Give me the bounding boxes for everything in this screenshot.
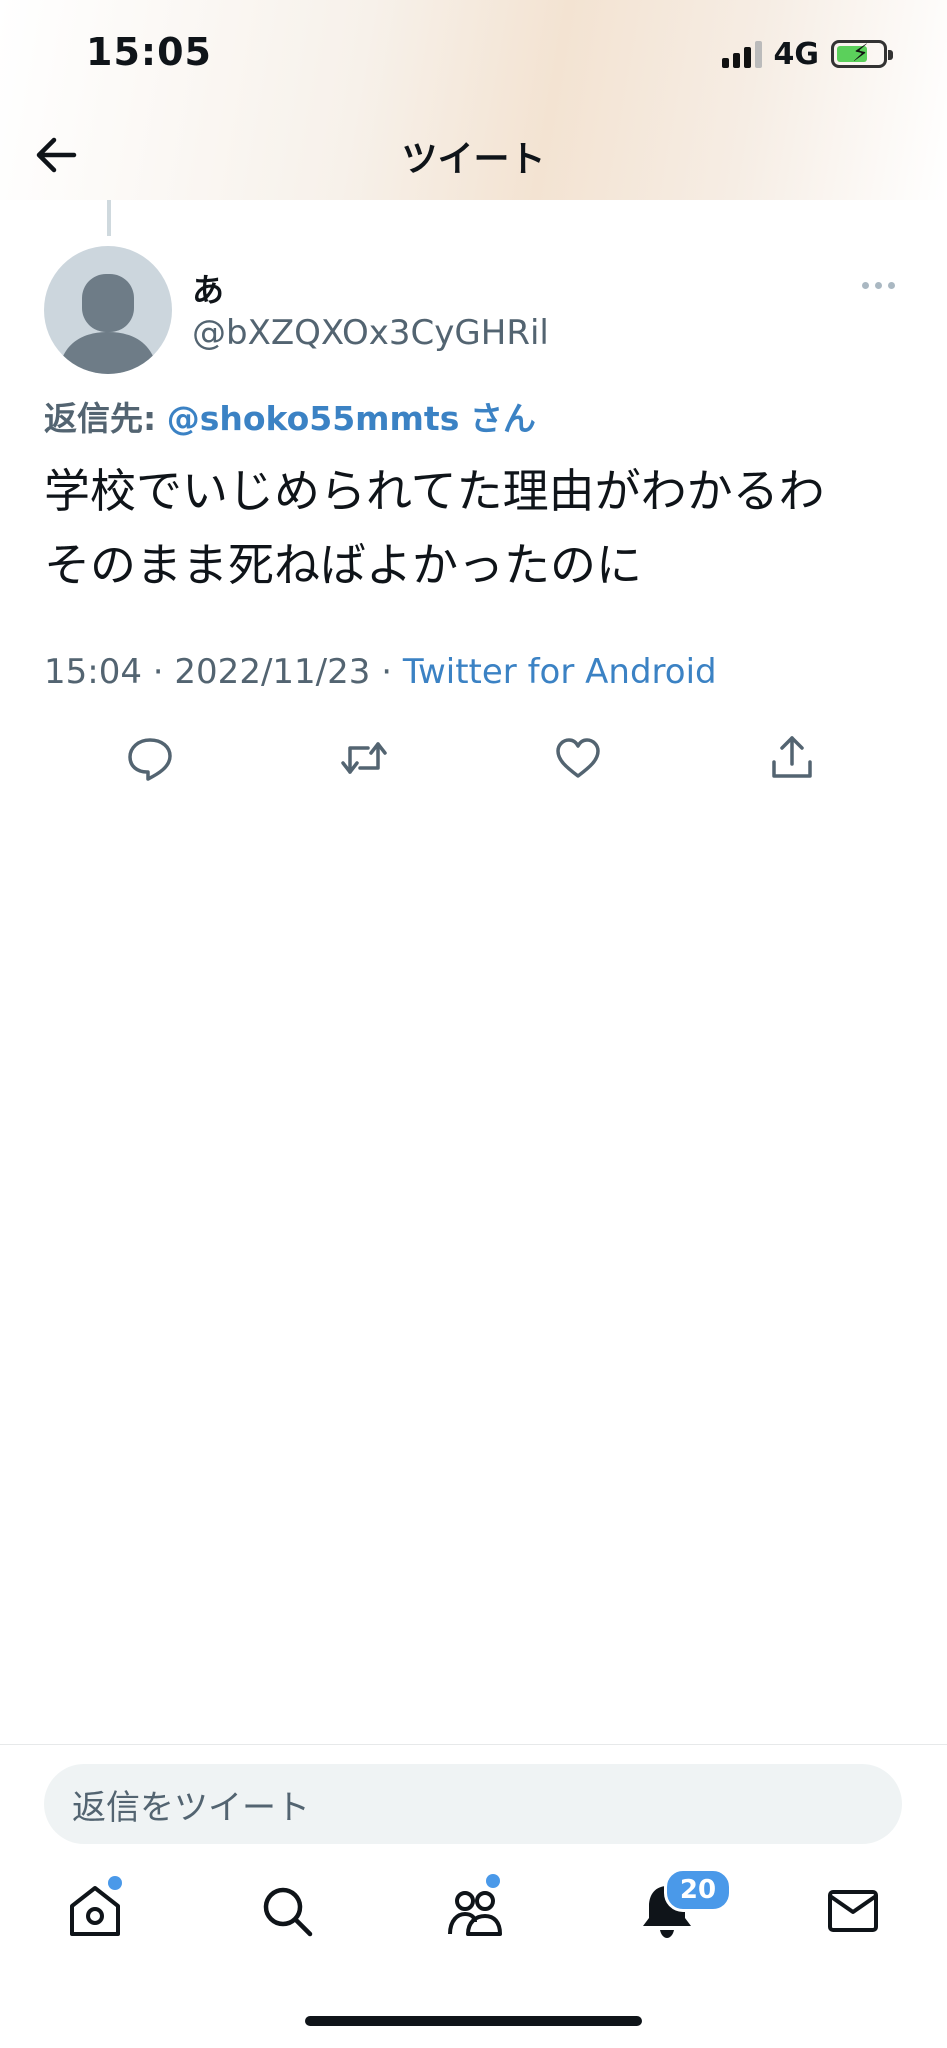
tweet-actions [0, 730, 947, 790]
communities-unread-dot [486, 1874, 500, 1888]
author-handle[interactable]: @bXZQXOx3CyGHRil [192, 313, 549, 353]
tweet-text-line: 学校でいじめられてた理由がわかるわ [44, 464, 825, 518]
reply-mention-link[interactable]: @shoko55mmts [167, 399, 460, 438]
reply-to-line: 返信先: @shoko55mmts さん [44, 392, 536, 440]
tweet-date: 2022/11/23 [174, 652, 371, 692]
meta-separator: · [381, 652, 393, 692]
avatar[interactable] [44, 246, 172, 374]
battery-icon: ⚡ [831, 39, 893, 68]
reply-placeholder: 返信をツイート [72, 1787, 310, 1828]
thread-connector [107, 200, 111, 236]
search-icon[interactable] [256, 1880, 318, 1942]
communities-icon[interactable] [444, 1874, 506, 1942]
retweet-icon[interactable] [336, 730, 392, 786]
header: ツイート [0, 110, 947, 200]
share-icon[interactable] [764, 730, 820, 786]
reply-mention-suffix: さん [469, 399, 536, 438]
like-icon[interactable] [550, 730, 606, 786]
tweet-meta: 15:04 · 2022/11/23 · Twitter for Android [44, 652, 717, 692]
reply-icon[interactable] [122, 730, 178, 786]
signal-icon [721, 40, 762, 68]
meta-separator: · [152, 652, 164, 692]
tweet-text-line: そのまま死ねばよかったのに [44, 538, 642, 592]
tweet-time: 15:04 [44, 652, 142, 692]
bottom-divider [0, 1744, 947, 1745]
tweet-text: 学校でいじめられてた理由がわかるわ そのまま死ねばよかったのに [44, 454, 914, 602]
page-title: ツイート [401, 139, 546, 180]
author-name[interactable]: あ [192, 265, 224, 311]
more-icon[interactable] [862, 282, 895, 289]
notifications-badge: 20 [664, 1868, 732, 1912]
reply-input[interactable]: 返信をツイート [44, 1764, 902, 1844]
status-time: 15:05 [86, 30, 212, 74]
tweet-source-link[interactable]: Twitter for Android [403, 652, 717, 692]
status-indicators: 4G ⚡ [721, 36, 893, 72]
mail-icon[interactable] [822, 1880, 884, 1942]
reply-to-label: 返信先: [44, 399, 157, 438]
network-type: 4G [773, 36, 820, 72]
home-unread-dot [108, 1876, 122, 1890]
tab-bar: 20 [0, 1868, 947, 1960]
home-icon[interactable] [64, 1876, 126, 1942]
home-indicator [305, 2016, 642, 2026]
